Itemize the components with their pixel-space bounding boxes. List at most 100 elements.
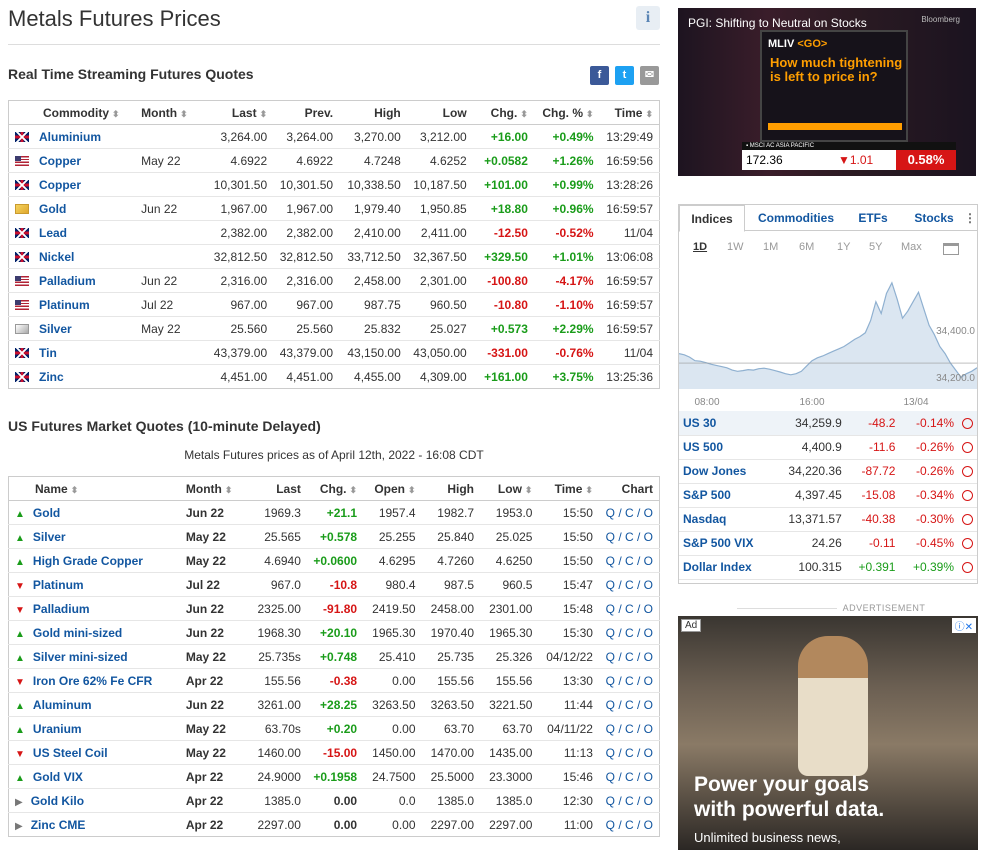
futures-link[interactable]: Silver mini-sized (33, 650, 128, 664)
open-cell: 0.00 (363, 668, 422, 693)
last-cell: 4.6922 (198, 148, 274, 173)
commodity-link[interactable]: Silver (39, 322, 72, 336)
uk-flag-icon (15, 348, 29, 359)
column-header-time[interactable]: Time ⬍ (599, 100, 660, 125)
futures-link[interactable]: Uranium (33, 722, 82, 736)
column-header-commodity[interactable]: Commodity ⬍ (8, 100, 136, 125)
futures-link[interactable]: US Steel Coil (33, 746, 108, 760)
futures-link[interactable]: Silver (33, 530, 66, 544)
column-header-last[interactable]: Last ⬍ (198, 100, 274, 125)
index-link[interactable]: US 500 (683, 440, 723, 454)
commodity-link[interactable]: Copper (39, 154, 81, 168)
chart-links[interactable]: Q / C / O (606, 722, 653, 736)
index-link[interactable]: Dow Jones (683, 464, 746, 478)
index-link[interactable]: Dollar Index (683, 560, 752, 574)
chart-links[interactable]: Q / C / O (606, 650, 653, 664)
column-header-last[interactable]: Last (250, 476, 307, 501)
range-1m[interactable]: 1M (763, 241, 778, 253)
advertisement-banner[interactable]: Ad ⓘ✕ Power your goals with powerful data… (678, 616, 978, 850)
tab-commodities[interactable]: Commodities (751, 205, 841, 231)
y-tick-label: 34,400.0 (936, 326, 975, 337)
chart-links[interactable]: Q / C / O (606, 674, 653, 688)
index-link[interactable]: S&P 500 (683, 488, 731, 502)
range-5y[interactable]: 5Y (869, 241, 882, 253)
index-link[interactable]: US 30 (683, 416, 716, 430)
commodity-link[interactable]: Aluminium (39, 130, 101, 144)
email-share-icon[interactable]: ✉ (640, 66, 659, 85)
column-header-chg[interactable]: Chg. ⬍ (472, 100, 534, 125)
ad-close-icon[interactable]: ⓘ✕ (951, 618, 976, 633)
up-arrow-icon: ▲ (15, 772, 25, 784)
commodity-link[interactable]: Nickel (39, 250, 74, 264)
column-header-month[interactable]: Month ⬍ (135, 100, 199, 125)
commodity-cell: Copper (8, 148, 136, 173)
video-player[interactable]: PGI: Shifting to Neutral on Stocks Bloom… (678, 8, 976, 176)
chg-cell: -0.38 (306, 668, 364, 693)
chart-links[interactable]: Q / C / O (606, 554, 653, 568)
chart-links[interactable]: Q / C / O (606, 506, 653, 520)
chg-cell: -331.00 (472, 340, 534, 365)
chart-links[interactable]: Q / C / O (606, 770, 653, 784)
commodity-link[interactable]: Lead (39, 226, 67, 240)
range-1w[interactable]: 1W (727, 241, 744, 253)
index-last-cell: 24.26 (772, 531, 846, 556)
range-1d[interactable]: 1D (693, 241, 707, 253)
column-header-prev[interactable]: Prev. (273, 100, 340, 125)
range-6m[interactable]: 6M (799, 241, 814, 253)
prices-as-of-text: Metals Futures prices as of April 12th, … (184, 448, 484, 462)
futures-link[interactable]: Aluminum (33, 698, 92, 712)
chart-links[interactable]: Q / C / O (606, 818, 653, 832)
chart-links[interactable]: Q / C / O (606, 626, 653, 640)
high-cell: 1,979.40 (339, 196, 407, 221)
twitter-share-icon[interactable]: t (615, 66, 634, 85)
futures-link[interactable]: Palladium (33, 602, 90, 616)
chart-links[interactable]: Q / C / O (606, 794, 653, 808)
futures-link[interactable]: Gold mini-sized (33, 626, 122, 640)
facebook-share-icon[interactable]: f (590, 66, 609, 85)
chart-links[interactable]: Q / C / O (606, 746, 653, 760)
commodity-link[interactable]: Palladium (39, 274, 96, 288)
commodity-link[interactable]: Gold (39, 202, 66, 216)
column-header-high[interactable]: High (339, 100, 407, 125)
column-header-low[interactable]: Low ⬍ (480, 476, 539, 501)
high-cell: 2458.00 (421, 596, 480, 621)
futures-link[interactable]: High Grade Copper (33, 554, 143, 568)
futures-link[interactable]: Platinum (33, 578, 84, 592)
info-icon[interactable]: i (636, 6, 660, 30)
commodity-link[interactable]: Copper (39, 178, 81, 192)
chart-links[interactable]: Q / C / O (606, 602, 653, 616)
futures-link[interactable]: Gold VIX (33, 770, 83, 784)
index-link[interactable]: S&P 500 VIX (683, 536, 754, 550)
futures-link[interactable]: Gold (33, 506, 60, 520)
column-header-chart[interactable]: Chart (598, 476, 660, 501)
tab-stocks[interactable]: Stocks (907, 205, 961, 231)
column-header-time[interactable]: Time ⬍ (538, 476, 599, 501)
fullscreen-chart-icon[interactable] (943, 243, 959, 255)
month-cell: May 22 (179, 548, 251, 573)
index-change-cell: -40.38 (845, 507, 900, 532)
commodity-link[interactable]: Platinum (39, 298, 90, 312)
column-header-month[interactable]: Month ⬍ (179, 476, 251, 501)
futures-link[interactable]: Iron Ore 62% Fe CFR (33, 674, 152, 688)
tab-indices[interactable]: Indices (679, 205, 745, 232)
commodity-link[interactable]: Zinc (39, 370, 64, 384)
column-header-open[interactable]: Open ⬍ (363, 476, 422, 501)
column-header-name[interactable]: Name ⬍ (8, 476, 180, 501)
index-link[interactable]: Nasdaq (683, 512, 726, 526)
more-icon[interactable]: ⋮ (963, 205, 977, 231)
sort-icon: ⬍ (524, 484, 533, 495)
chart-links[interactable]: Q / C / O (606, 578, 653, 592)
column-header-low[interactable]: Low (406, 100, 473, 125)
chart-links[interactable]: Q / C / O (606, 698, 653, 712)
range-1y[interactable]: 1Y (837, 241, 850, 253)
futures-link[interactable]: Zinc CME (31, 818, 86, 832)
column-header-chg[interactable]: Chg. % ⬍ (533, 100, 600, 125)
commodity-link[interactable]: Tin (39, 346, 57, 360)
column-header-high[interactable]: High (421, 476, 480, 501)
range-max[interactable]: Max (901, 241, 922, 253)
chg-cell: +161.00 (484, 369, 528, 384)
tab-etfs[interactable]: ETFs (849, 205, 897, 231)
column-header-chg[interactable]: Chg. ⬍ (306, 476, 364, 501)
futures-link[interactable]: Gold Kilo (31, 794, 84, 808)
chart-links[interactable]: Q / C / O (606, 530, 653, 544)
